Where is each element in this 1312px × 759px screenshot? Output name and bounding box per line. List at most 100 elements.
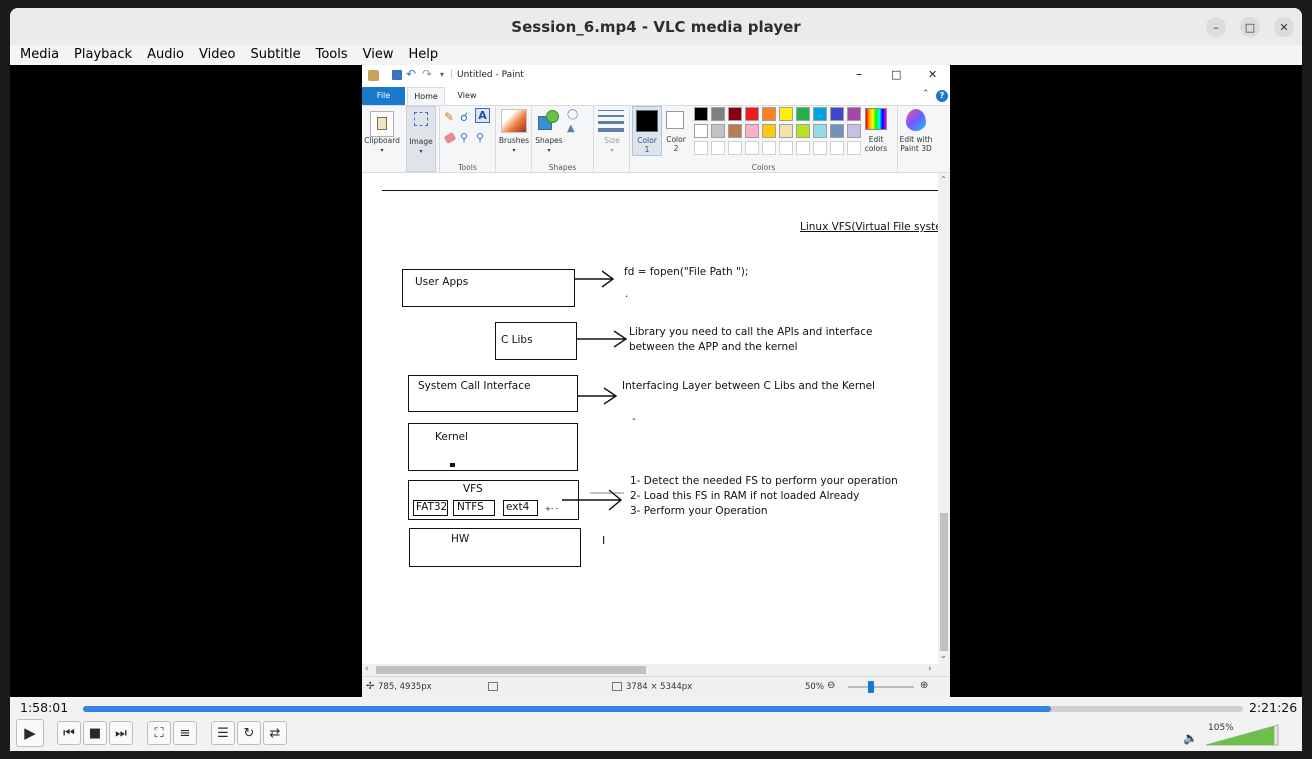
image-dropdown-icon: ▾ bbox=[419, 148, 423, 155]
fullscreen-icon: ⛶ bbox=[154, 725, 164, 741]
canvas-size: 3784 × 5344px bbox=[626, 682, 693, 692]
seek-bar[interactable] bbox=[83, 706, 1243, 712]
equalizer-icon: ≡ bbox=[179, 725, 191, 741]
palette-swatch bbox=[728, 124, 742, 138]
shapes-dropdown-icon: ▾ bbox=[547, 147, 551, 154]
vertical-scroll-thumb bbox=[940, 513, 948, 651]
palette-empty-swatch bbox=[694, 141, 708, 155]
paint3d-label1: Edit with bbox=[899, 135, 933, 144]
color-picker-icon: ⚲ bbox=[460, 131, 469, 144]
canvas-horizontal-scrollbar: ‹ › bbox=[362, 664, 950, 676]
scroll-right-icon: › bbox=[928, 664, 932, 674]
menu-audio[interactable]: Audio bbox=[138, 45, 190, 65]
clipboard-icon bbox=[370, 111, 394, 137]
menu-view[interactable]: View bbox=[354, 45, 400, 65]
size-icon bbox=[598, 110, 624, 132]
shapes-group-label: Shapes bbox=[548, 163, 577, 172]
title-separator: | bbox=[450, 69, 454, 79]
tab-view: View bbox=[457, 91, 477, 100]
palette-empty-swatch bbox=[796, 141, 810, 155]
redo-icon: ↷ bbox=[422, 67, 433, 81]
shuffle-button[interactable]: ⇄ bbox=[263, 721, 287, 745]
canvas-size-icon bbox=[612, 682, 622, 691]
paint-minimize-icon: – bbox=[856, 67, 862, 81]
canvas-vertical-scrollbar: ⌃ ⌄ bbox=[938, 173, 950, 664]
stop-icon: ■ bbox=[88, 725, 102, 741]
palette-swatch bbox=[728, 107, 742, 121]
video-area[interactable]: ↶ ↷ ▾ | Untitled - Paint – □ ✕ File Home… bbox=[10, 65, 1302, 697]
paint-app-icon bbox=[368, 70, 379, 81]
text-tool-icon: A bbox=[475, 108, 490, 123]
clipboard-group: Clipboard ▾ Image ▾ bbox=[362, 106, 440, 174]
paint-window-frame: ↶ ↷ ▾ | Untitled - Paint – □ ✕ File Home… bbox=[362, 65, 950, 697]
arrow-syscall bbox=[578, 387, 618, 405]
seek-bar-fill bbox=[83, 706, 1052, 712]
shapes-label: Shapes bbox=[535, 136, 563, 145]
outline-icon: ◯ bbox=[567, 109, 579, 120]
quick-access-icon: ▾ bbox=[440, 70, 445, 79]
paint-maximize-icon: □ bbox=[891, 68, 902, 81]
color2-index: 2 bbox=[673, 144, 679, 153]
size-group: Size ▾ bbox=[594, 106, 630, 174]
edit-colors-label1: Edit bbox=[868, 135, 884, 144]
tab-file: File bbox=[362, 87, 405, 105]
maximize-icon[interactable]: □ bbox=[1240, 17, 1260, 37]
menu-tools[interactable]: Tools bbox=[307, 45, 354, 65]
ribbon-collapse-icon: ⌃ bbox=[922, 89, 930, 99]
colors-label: Colors bbox=[751, 163, 776, 172]
scroll-down-icon: ⌄ bbox=[940, 651, 947, 660]
brushes-label: Brushes bbox=[498, 136, 530, 145]
color1-swatch bbox=[636, 110, 658, 132]
color1-button: Color 1 bbox=[632, 106, 662, 156]
arrows-overlay bbox=[562, 270, 628, 511]
magnifier-icon: ⚲ bbox=[476, 131, 485, 144]
close-icon[interactable]: ✕ bbox=[1274, 17, 1294, 37]
tools-label: Tools bbox=[458, 163, 477, 172]
edit-colors-icon bbox=[865, 108, 887, 130]
menu-playback[interactable]: Playback bbox=[65, 45, 138, 65]
shuffle-icon: ⇄ bbox=[269, 725, 281, 741]
palette-empty-swatch bbox=[711, 141, 725, 155]
paint-title: Untitled - Paint bbox=[457, 70, 524, 80]
extended-settings-button[interactable]: ≡ bbox=[173, 721, 197, 745]
volume-icon[interactable]: 🔈 bbox=[1183, 731, 1198, 745]
palette-swatch bbox=[779, 107, 793, 121]
tab-home: Home bbox=[407, 87, 445, 105]
paint3d-label2: Paint 3D bbox=[900, 144, 932, 153]
menu-subtitle[interactable]: Subtitle bbox=[241, 45, 306, 65]
color1-label: Color bbox=[637, 136, 657, 145]
play-button[interactable]: ▶ bbox=[16, 719, 44, 747]
palette-swatch bbox=[745, 107, 759, 121]
total-time: 2:21:26 bbox=[1249, 700, 1298, 715]
zoom-out-icon: ⊖ bbox=[827, 680, 836, 691]
palette-swatch bbox=[830, 124, 844, 138]
brushes-group: Brushes ▾ bbox=[496, 106, 532, 174]
horizontal-scroll-thumb bbox=[376, 666, 646, 674]
volume-slider[interactable] bbox=[1206, 723, 1280, 747]
palette-swatch bbox=[711, 124, 725, 138]
loop-icon: ↻ bbox=[243, 725, 255, 741]
loop-button[interactable]: ↻ bbox=[237, 721, 261, 745]
undo-icon: ↶ bbox=[406, 67, 417, 81]
arrow-c-libs bbox=[577, 330, 628, 348]
size-dropdown-icon: ▾ bbox=[610, 147, 614, 154]
palette-empty-swatch bbox=[762, 141, 776, 155]
fill-icon: ☌ bbox=[460, 110, 469, 124]
palette-empty-swatch bbox=[728, 141, 742, 155]
previous-button[interactable]: ⏮ bbox=[57, 721, 81, 745]
menu-help[interactable]: Help bbox=[400, 45, 445, 65]
paint-close-icon: ✕ bbox=[928, 68, 938, 81]
help-icon: ? bbox=[936, 90, 948, 102]
playlist-button[interactable]: ☰ bbox=[211, 721, 235, 745]
stop-button[interactable]: ■ bbox=[83, 721, 107, 745]
minimize-icon[interactable]: – bbox=[1206, 17, 1226, 37]
next-button[interactable]: ⏭ bbox=[109, 721, 133, 745]
cursor-position-icon: ✢ bbox=[366, 681, 375, 692]
palette-swatch bbox=[694, 124, 708, 138]
menu-media[interactable]: Media bbox=[10, 45, 65, 65]
menu-video[interactable]: Video bbox=[190, 45, 241, 65]
palette-swatch bbox=[694, 107, 708, 121]
shapes-group: ◯ ▲ Shapes ▾ Shapes bbox=[532, 106, 594, 174]
zoom-in-icon: ⊕ bbox=[920, 680, 929, 691]
fullscreen-button[interactable]: ⛶ bbox=[147, 721, 171, 745]
